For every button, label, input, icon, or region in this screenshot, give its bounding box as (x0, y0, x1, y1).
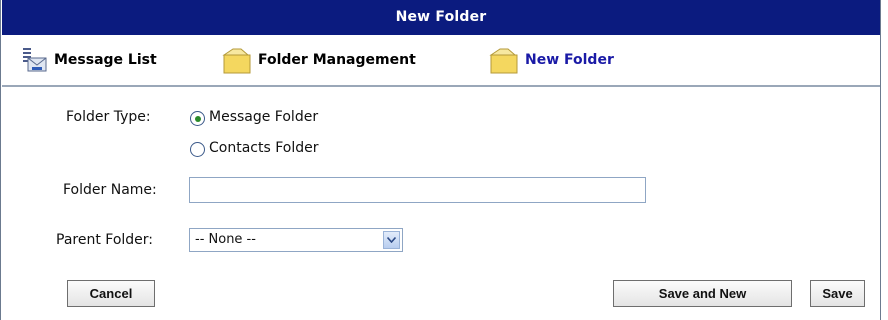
parent-folder-selected-value: -- None -- (195, 232, 256, 247)
parent-folder-select[interactable]: -- None -- (189, 228, 403, 252)
contacts-folder-option-label[interactable]: Contacts Folder (209, 140, 318, 156)
breadcrumb: Message List Folder Management New Folde… (2, 36, 880, 84)
header-divider (2, 85, 880, 87)
message-folder-option-label[interactable]: Message Folder (209, 109, 318, 125)
breadcrumb-label: New Folder (525, 52, 614, 68)
chevron-down-icon[interactable] (383, 231, 400, 249)
message-folder-radio[interactable] (190, 111, 205, 126)
window-title: New Folder (2, 0, 880, 35)
breadcrumb-folder-management[interactable]: Folder Management (222, 44, 416, 76)
window-right-border (880, 0, 881, 320)
breadcrumb-new-folder[interactable]: New Folder (489, 44, 614, 76)
folder-icon (222, 45, 252, 75)
message-list-icon (22, 46, 48, 74)
folder-icon (489, 45, 519, 75)
save-and-new-button[interactable]: Save and New (613, 280, 792, 307)
cancel-button[interactable]: Cancel (67, 280, 155, 307)
save-button[interactable]: Save (810, 280, 865, 307)
parent-folder-label: Parent Folder: (56, 232, 154, 248)
window-left-border (0, 0, 1, 320)
folder-type-label: Folder Type: (66, 109, 151, 125)
folder-name-input[interactable] (189, 177, 646, 203)
folder-name-label: Folder Name: (63, 182, 157, 198)
breadcrumb-message-list[interactable]: Message List (22, 44, 157, 76)
breadcrumb-label: Folder Management (258, 52, 416, 68)
contacts-folder-radio[interactable] (190, 142, 205, 157)
breadcrumb-label: Message List (54, 52, 157, 68)
